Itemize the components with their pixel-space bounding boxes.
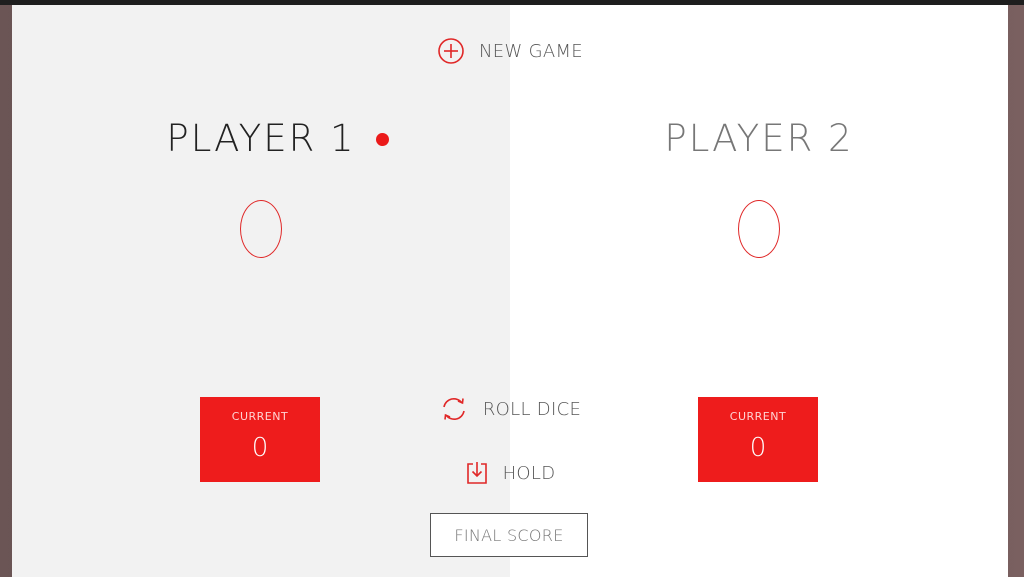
player-2-name-text: PLAYER 2 [664,117,854,160]
player-2-score: 0 [510,185,1008,265]
hold-label: HOLD [502,462,556,484]
player-1-name: PLAYER 1 [12,117,510,161]
hold-button[interactable]: HOLD [12,457,1008,489]
player-1-score-value: 0 [240,199,282,258]
roll-dice-label: ROLL DICE [482,398,582,420]
player-1-score: 0 [12,185,510,265]
final-score-input[interactable] [430,513,588,557]
new-game-label: NEW GAME [479,40,583,62]
new-game-button[interactable]: NEW GAME [12,35,1008,67]
player-2-panel: PLAYER 2 0 CURRENT 0 [510,5,1008,577]
game-board: PLAYER 1 0 CURRENT 0 PLAYER 2 0 CURRENT … [12,5,1008,577]
new-game-button-inner: NEW GAME [437,37,583,65]
download-box-icon [465,460,489,486]
player-1-panel: PLAYER 1 0 CURRENT 0 [12,5,510,577]
refresh-icon [439,395,469,423]
player-2-name: PLAYER 2 [510,117,1008,161]
roll-dice-button-inner: ROLL DICE [439,395,581,423]
active-player-dot-icon [376,133,389,146]
hold-button-inner: HOLD [465,460,556,486]
plus-circle-icon [437,37,465,65]
roll-dice-button[interactable]: ROLL DICE [12,393,1008,425]
player-2-score-value: 0 [738,199,780,258]
player-1-name-text: PLAYER 1 [166,117,356,160]
